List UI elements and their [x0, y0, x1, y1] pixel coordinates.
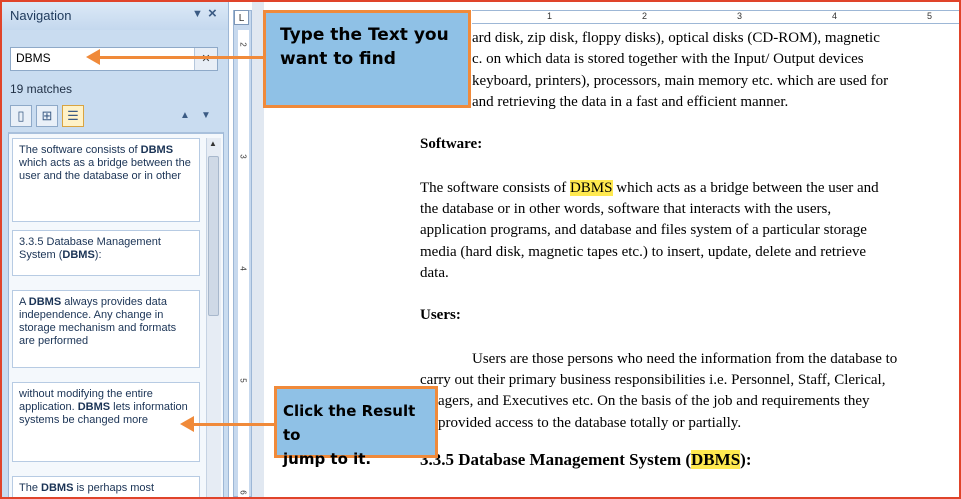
doc-line: provided access to the database totally … [438, 415, 742, 431]
search-highlight: DBMS [569, 180, 613, 196]
vruler-number: 3 [238, 154, 248, 159]
scroll-up-icon[interactable]: ▲ [209, 139, 217, 148]
result-match-text: DBMS [28, 296, 62, 308]
result-text: which acts as a bridge between the user … [19, 157, 191, 182]
doc-line: The software consists of DBMS which acts… [420, 179, 959, 198]
nav-title: Navigation [10, 8, 72, 23]
callout-arrow-line [192, 423, 275, 426]
result-match-text: DBMS [62, 249, 95, 261]
hruler-number: 1 [547, 11, 553, 21]
callout-line: Type the Text you [280, 25, 449, 45]
callout-arrow-head [86, 49, 100, 65]
callout-line: want to find [280, 49, 396, 69]
result-text: The software consists of [19, 144, 141, 156]
vruler-number: 2 [238, 42, 248, 47]
tab-browse-headings[interactable]: ▯ [10, 105, 32, 127]
heading-text-span: ): [740, 450, 752, 469]
search-result-item[interactable]: The DBMS is perhaps most [12, 476, 200, 497]
screenshot-frame: Navigation ▼ × DBMS ✕ 19 matches ▯ ⊞ ☰ ▲… [0, 0, 961, 499]
result-text: A [19, 296, 29, 308]
result-text: The [19, 482, 42, 494]
doc-line: media (hard disk, magnetic tapes etc.) t… [420, 244, 867, 260]
previous-result-icon[interactable]: ▲ [180, 110, 190, 121]
section-heading: 3.3.5 Database Management System (DBMS): [420, 450, 751, 470]
callout-type-text: Type the Text you want to find [263, 10, 471, 108]
doc-line: keyboard, printers), processors, main me… [472, 73, 889, 89]
tab-browse-results[interactable]: ☰ [62, 105, 84, 127]
next-result-icon[interactable]: ▼ [201, 110, 211, 121]
doc-line: agers, and Executives etc. On the basis … [438, 393, 870, 409]
doc-line: ard disk, zip disk, floppy disks), optic… [472, 30, 880, 46]
search-value[interactable]: DBMS [16, 51, 51, 65]
tab-selector[interactable]: L [234, 10, 249, 25]
nav-header: Navigation ▼ × [2, 2, 228, 30]
vruler-number: 4 [238, 266, 248, 271]
doc-line: carry out their primary business respons… [420, 372, 886, 388]
result-match-text: DBMS [41, 482, 74, 494]
clear-search-icon[interactable]: ✕ [194, 48, 217, 70]
callout-line: jump to it. [283, 450, 372, 468]
doc-line: the database or in other words, software… [420, 201, 832, 217]
result-text: ): [94, 249, 102, 261]
horizontal-ruler [472, 10, 959, 24]
result-text: is perhaps most [73, 482, 155, 494]
doc-line: application programs, and database and f… [420, 222, 867, 238]
result-match-text: DBMS [140, 144, 174, 156]
callout-click-result: Click the Result to jump to it. [274, 386, 438, 468]
doc-line: and retrieving the data in a fast and ef… [472, 94, 789, 110]
scroll-thumb[interactable] [208, 156, 219, 316]
hruler-number: 5 [927, 11, 933, 21]
heading-text-span: 3.3.5 Database Management System ( [420, 450, 692, 469]
results-scrollbar[interactable]: ▲ [206, 138, 221, 497]
doc-line: Users are those persons who need the inf… [472, 351, 898, 367]
close-icon[interactable]: × [208, 5, 217, 22]
callout-arrow-head [180, 416, 194, 432]
search-result-item[interactable]: 3.3.5 Database Management System (DBMS): [12, 230, 200, 276]
vruler-number: 6 [238, 490, 248, 495]
match-count: 19 matches [10, 82, 73, 96]
hruler-number: 4 [832, 11, 838, 21]
search-result-item[interactable]: A DBMS always provides data independence… [12, 290, 200, 368]
vertical-ruler-page [238, 30, 249, 497]
search-result-item[interactable]: The software consists of DBMS which acts… [12, 138, 200, 222]
tab-browse-pages[interactable]: ⊞ [36, 105, 58, 127]
heading-users: Users: [420, 307, 461, 323]
doc-line: data. [420, 265, 449, 281]
hruler-number: 2 [642, 11, 648, 21]
search-result-item[interactable]: without modifying the entire application… [12, 382, 200, 462]
result-match-text: DBMS [77, 401, 111, 413]
vruler-number: 5 [238, 378, 248, 383]
search-results-list: The software consists of DBMS which acts… [8, 132, 224, 497]
nav-menu-dropdown-icon[interactable]: ▼ [192, 8, 203, 20]
doc-text-span: which acts as a bridge between the user … [612, 180, 879, 196]
hruler-number: 3 [737, 11, 743, 21]
callout-line: Click the Result to [283, 402, 416, 444]
doc-line: c. on which data is stored together with… [472, 51, 864, 67]
heading-software: Software: [420, 136, 483, 152]
doc-text-span: The software consists of [420, 180, 570, 196]
search-highlight: DBMS [691, 450, 741, 469]
callout-arrow-line [98, 56, 264, 59]
search-input[interactable]: DBMS ✕ [10, 47, 218, 71]
